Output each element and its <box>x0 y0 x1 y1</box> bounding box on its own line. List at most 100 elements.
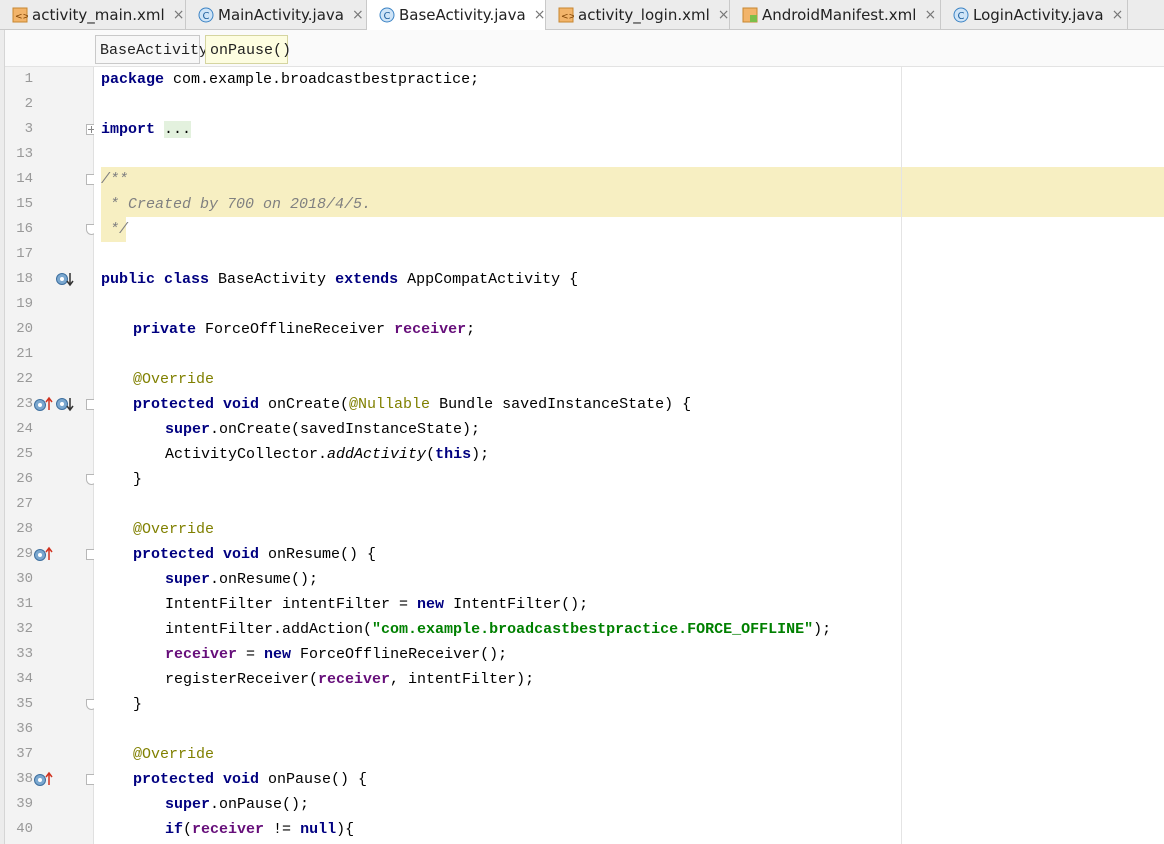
line-number: 30 <box>16 571 33 587</box>
line-number: 36 <box>16 721 33 737</box>
close-tab-icon[interactable]: × <box>718 7 730 23</box>
code-line: IntentFilter intentFilter = new IntentFi… <box>94 592 588 617</box>
tab-mainactivity-java[interactable]: C MainActivity.java × <box>186 0 367 29</box>
keyword-token: private <box>133 321 197 338</box>
code-line: protected void onCreate(@Nullable Bundle… <box>94 392 691 417</box>
static-method-token: addActivity <box>327 446 427 463</box>
code-token: onResume() { <box>259 546 377 563</box>
code-line: if(receiver != null){ <box>94 817 354 842</box>
overrides-method-icon[interactable] <box>34 396 54 412</box>
overrides-method-icon[interactable] <box>34 546 54 562</box>
code-token: IntentFilter(); <box>444 596 589 613</box>
tab-activity-login-xml[interactable]: <> activity_login.xml × <box>546 0 730 29</box>
line-number: 38 <box>16 771 33 787</box>
annotation-token: @Override <box>133 746 215 763</box>
code-line: */ <box>94 217 130 242</box>
tab-baseactivity-java[interactable]: C BaseActivity.java × <box>367 0 546 30</box>
field-token: receiver <box>318 671 391 688</box>
code-token: .onPause(); <box>210 796 310 813</box>
java-class-icon: C <box>379 7 395 23</box>
line-number: 2 <box>24 96 33 112</box>
code-token: ForceOfflineReceiver(); <box>291 646 508 663</box>
comment-token: /** <box>101 171 129 188</box>
close-tab-icon[interactable]: × <box>1112 7 1124 23</box>
tab-label: AndroidManifest.xml <box>762 5 917 24</box>
overrides-method-icon[interactable] <box>34 771 54 787</box>
comment-token: * Created by 700 on 2018/4/5. <box>101 196 372 213</box>
keyword-token: protected void <box>133 771 260 788</box>
annotation-token: @Override <box>133 521 215 538</box>
field-token: receiver <box>394 321 467 338</box>
line-number: 34 <box>16 671 33 687</box>
tab-label: BaseActivity.java <box>399 6 526 24</box>
code-token: registerReceiver( <box>165 671 319 688</box>
close-tab-icon[interactable]: × <box>173 7 185 23</box>
keyword-token: super <box>165 571 211 588</box>
close-tab-icon[interactable]: × <box>352 7 364 23</box>
line-number: 26 <box>16 471 33 487</box>
line-number: 1 <box>24 71 33 87</box>
line-number: 28 <box>16 521 33 537</box>
tab-label: MainActivity.java <box>218 5 344 24</box>
breadcrumb-method[interactable]: onPause() <box>205 35 291 64</box>
code-token: Bundle savedInstanceState) { <box>430 396 692 413</box>
close-tab-icon[interactable]: × <box>924 7 936 23</box>
code-token: = <box>237 646 265 663</box>
line-number: 17 <box>16 246 33 262</box>
code-token: IntentFilter intentFilter = <box>165 596 418 613</box>
close-tab-icon[interactable]: × <box>534 7 546 23</box>
keyword-token: if <box>165 821 184 838</box>
code-token: ); <box>813 621 832 638</box>
keyword-token: protected void <box>133 396 260 413</box>
keyword-token: this <box>435 446 472 463</box>
code-token: } <box>133 471 143 488</box>
keyword-token: import <box>101 121 156 138</box>
line-number: 24 <box>16 421 33 437</box>
svg-text:<>: <> <box>561 12 574 22</box>
line-number: 31 <box>16 596 33 612</box>
keyword-token: new <box>417 596 445 613</box>
annotation-token: @Override <box>133 371 215 388</box>
code-line: super.onResume(); <box>94 567 318 592</box>
right-margin-guide <box>901 67 902 844</box>
tab-label: activity_main.xml <box>32 5 165 24</box>
keyword-token: public class <box>101 271 210 288</box>
code-line: registerReceiver(receiver, intentFilter)… <box>94 667 534 692</box>
code-editor[interactable]: package com.example.broadcastbestpractic… <box>94 67 1164 844</box>
tab-activity-main-xml[interactable]: <> activity_main.xml × <box>0 0 186 29</box>
code-line: protected void onPause() { <box>94 767 367 792</box>
code-token: intentFilter.addAction( <box>165 621 373 638</box>
code-line: * Created by 700 on 2018/4/5. <box>94 192 371 217</box>
line-number: 20 <box>16 321 33 337</box>
line-number: 19 <box>16 296 33 312</box>
code-line: @Override <box>94 367 214 392</box>
line-number: 35 <box>16 696 33 712</box>
code-token: AppCompatActivity { <box>398 271 579 288</box>
keyword-token: new <box>264 646 292 663</box>
code-token: ( <box>183 821 193 838</box>
tab-loginactivity-java[interactable]: C LoginActivity.java × <box>941 0 1128 29</box>
code-token: ); <box>471 446 490 463</box>
overridden-by-icon[interactable] <box>56 396 76 412</box>
xml-file-icon: <> <box>558 7 574 23</box>
code-line: receiver = new ForceOfflineReceiver(); <box>94 642 507 667</box>
line-number: 25 <box>16 446 33 462</box>
breadcrumb-class[interactable]: BaseActivity <box>95 35 208 64</box>
code-line: @Override <box>94 742 214 767</box>
code-line: @Override <box>94 517 214 542</box>
implemented-by-icon[interactable] <box>56 271 76 287</box>
line-number: 32 <box>16 621 33 637</box>
code-line: ActivityCollector.addActivity(this); <box>94 442 489 467</box>
field-token: receiver <box>165 646 238 663</box>
java-class-icon: C <box>953 7 969 23</box>
line-number: 16 <box>16 221 33 237</box>
svg-text:C: C <box>958 11 965 22</box>
folded-imports[interactable]: ... <box>164 121 192 138</box>
string-token: "com.example.broadcastbestpractice.FORCE… <box>372 621 814 638</box>
line-number: 29 <box>16 546 33 562</box>
code-line: super.onCreate(savedInstanceState); <box>94 417 480 442</box>
field-token: receiver <box>192 821 265 838</box>
line-number: 18 <box>16 271 33 287</box>
code-line: intentFilter.addAction("com.example.broa… <box>94 617 831 642</box>
tab-androidmanifest-xml[interactable]: AndroidManifest.xml × <box>730 0 941 29</box>
